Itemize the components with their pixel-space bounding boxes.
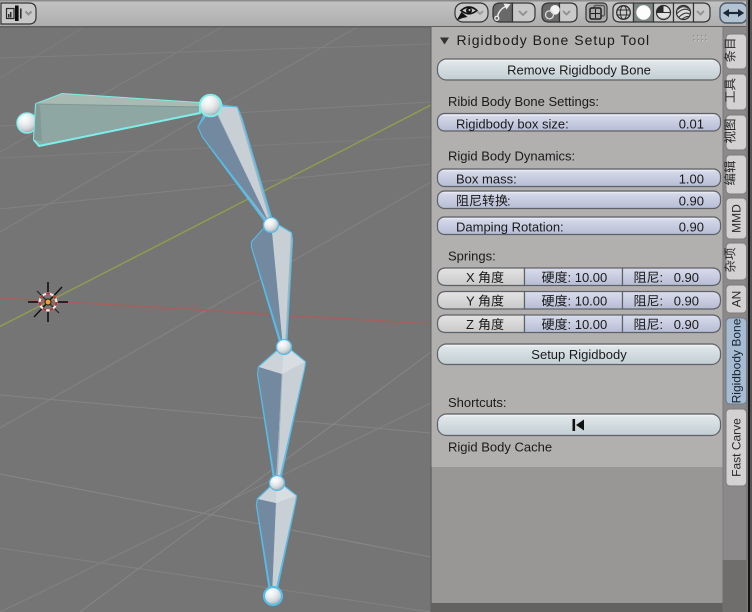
svg-text:Remove Rigidbody Bone: Remove Rigidbody Bone [507, 63, 651, 78]
svg-text:: 10.00: : 10.00 [568, 294, 608, 309]
svg-text:0.90: 0.90 [674, 294, 699, 309]
svg-text:Damping Rotation:: Damping Rotation: [456, 219, 564, 234]
svg-text:Shortcuts:: Shortcuts: [448, 395, 507, 410]
svg-text:0.90: 0.90 [674, 317, 699, 332]
svg-text:0.90: 0.90 [674, 270, 699, 285]
svg-text:Setup Rigidbody: Setup Rigidbody [531, 347, 627, 362]
svg-text:: 10.00: : 10.00 [568, 270, 608, 285]
svg-text:Rigid Body Dynamics:: Rigid Body Dynamics: [448, 149, 575, 164]
svg-text:Rigidbody box size:: Rigidbody box size: [456, 116, 569, 131]
svg-text:Springs:: Springs: [448, 249, 496, 264]
svg-text:0.90: 0.90 [679, 193, 704, 208]
svg-text:Rigid Body Cache: Rigid Body Cache [448, 440, 552, 455]
svg-text:Rigidbody Bone: Rigidbody Bone [729, 318, 743, 403]
svg-text:X: X [466, 270, 475, 285]
svg-text::: : [660, 270, 664, 285]
svg-text:1.00: 1.00 [679, 171, 704, 186]
svg-text::: : [507, 193, 511, 208]
svg-text:0.90: 0.90 [679, 219, 704, 234]
svg-text:MMD: MMD [729, 204, 743, 233]
svg-text:Z: Z [466, 317, 474, 332]
svg-text::: : [660, 294, 664, 309]
svg-text:: 10.00: : 10.00 [568, 317, 608, 332]
svg-text:0.01: 0.01 [679, 116, 704, 131]
svg-text:Fast Carve: Fast Carve [729, 418, 743, 477]
svg-text::: : [660, 317, 664, 332]
svg-text:Box mass:: Box mass: [456, 171, 517, 186]
svg-text:Ribid Body Bone Settings:: Ribid Body Bone Settings: [448, 94, 599, 109]
svg-text:Rigidbody Bone Setup Tool: Rigidbody Bone Setup Tool [457, 32, 651, 48]
svg-text:AN: AN [729, 291, 743, 308]
svg-text:Y: Y [466, 294, 475, 309]
